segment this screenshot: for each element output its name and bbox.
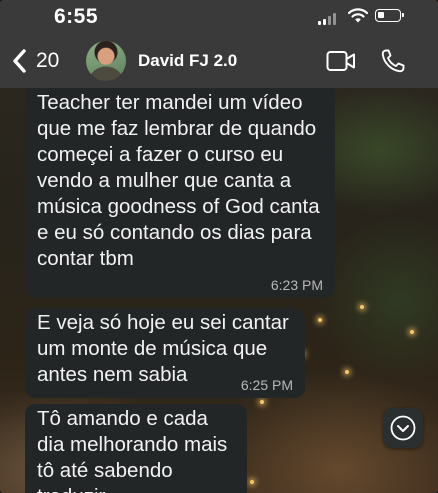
message-timestamp: 6:25 PM — [240, 377, 293, 393]
message-text: Teacher ter mandei um vídeo que me faz l… — [37, 91, 320, 270]
wifi-icon — [348, 8, 368, 23]
message-bubble[interactable]: E veja só hoje eu sei cantar um monte de… — [25, 308, 305, 398]
back-button[interactable]: 20 — [12, 46, 59, 76]
contact-name[interactable]: David FJ 2.0 — [138, 51, 237, 71]
chat-header: 20 David FJ 2.0 — [0, 36, 438, 88]
phone-icon[interactable] — [380, 48, 406, 74]
status-time: 6:55 — [54, 5, 99, 28]
message-timestamp: 6:23 PM — [270, 277, 323, 293]
battery-icon — [375, 9, 404, 22]
scroll-to-bottom-button[interactable] — [383, 408, 423, 448]
avatar[interactable] — [86, 41, 126, 81]
video-call-icon[interactable] — [326, 50, 356, 72]
chat-screen: 6:55 20 David FJ 2.0 Teacher ter mandei … — [0, 0, 438, 493]
back-chevron-icon — [13, 49, 26, 73]
chevron-down-icon — [390, 415, 416, 441]
signal-icon — [318, 13, 340, 25]
status-bar: 6:55 — [0, 0, 438, 36]
message-text: Tô amando e cada dia melhorando mais tô … — [37, 407, 228, 493]
message-bubble[interactable]: Tô amando e cada dia melhorando mais tô … — [25, 404, 247, 493]
message-bubble[interactable]: Teacher ter mandei um vídeo que me faz l… — [25, 88, 335, 298]
unread-count: 20 — [36, 49, 60, 72]
